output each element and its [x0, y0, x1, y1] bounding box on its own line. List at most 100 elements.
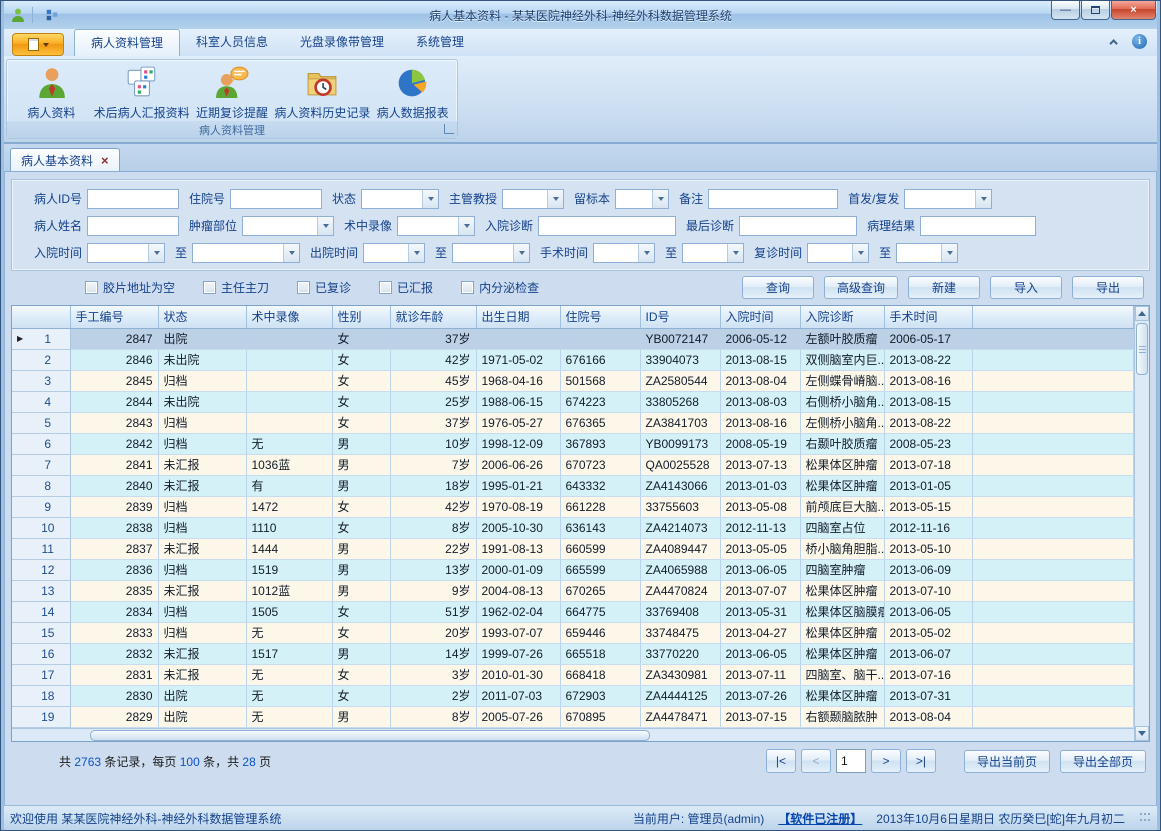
close-button[interactable]: × [1111, 1, 1156, 20]
revisit-to-select[interactable] [896, 243, 958, 263]
table-row-1[interactable]: ▶12847出院女37岁YB00721472006-05-12左额叶胶质瘤200… [12, 328, 1134, 349]
cell-id-no[interactable]: 33904073 [640, 349, 720, 370]
cell-manual-no[interactable]: 2839 [70, 496, 158, 517]
pathology-result-input[interactable] [920, 216, 1036, 236]
cell-gender[interactable]: 男 [332, 538, 390, 559]
cell-status[interactable]: 未汇报 [158, 538, 246, 559]
cell-birth-date[interactable]: 2005-07-26 [476, 706, 560, 727]
cell-birth-date[interactable]: 2006-06-26 [476, 454, 560, 475]
cell-surgery-video[interactable]: 无 [246, 706, 332, 727]
row-number-cell[interactable]: 16 [12, 643, 70, 664]
chevron-down-icon[interactable] [408, 244, 424, 262]
cell-admit-date[interactable]: 2013-05-08 [720, 496, 800, 517]
export-button[interactable]: 导出 [1072, 276, 1144, 299]
cell-id-no[interactable]: QA0025528 [640, 454, 720, 475]
cell-manual-no[interactable]: 2838 [70, 517, 158, 538]
cell-gender[interactable]: 女 [332, 349, 390, 370]
specimen-select[interactable] [615, 189, 669, 209]
chevron-down-icon[interactable] [148, 244, 164, 262]
collapse-ribbon-icon[interactable] [1108, 35, 1122, 49]
column-header-birth-date[interactable]: 出生日期 [476, 306, 560, 328]
admission-no-input[interactable] [230, 189, 322, 209]
cell-status[interactable]: 归档 [158, 370, 246, 391]
professor-select[interactable] [502, 189, 564, 209]
cell-id-no[interactable]: ZA4478471 [640, 706, 720, 727]
cell-visit-age[interactable]: 14岁 [390, 643, 476, 664]
cell-visit-age[interactable]: 20岁 [390, 622, 476, 643]
row-number-cell[interactable]: 2 [12, 349, 70, 370]
cell-visit-age[interactable]: 51岁 [390, 601, 476, 622]
cell-manual-no[interactable]: 2831 [70, 664, 158, 685]
cell-id-no[interactable]: ZA4444125 [640, 685, 720, 706]
cell-admit-date[interactable]: 2013-08-15 [720, 349, 800, 370]
cell-admit-date[interactable]: 2013-07-07 [720, 580, 800, 601]
cell-gender[interactable]: 男 [332, 580, 390, 601]
info-icon[interactable]: i [1132, 34, 1147, 49]
cell-surgery-date[interactable]: 2013-07-10 [884, 580, 972, 601]
cell-id-no[interactable]: ZA3841703 [640, 412, 720, 433]
table-row-9[interactable]: 92839归档1472女42岁1970-08-19661228337556032… [12, 496, 1134, 517]
cell-id-no[interactable]: 33770220 [640, 643, 720, 664]
status-select[interactable] [361, 189, 439, 209]
chevron-down-icon[interactable] [547, 190, 563, 208]
row-number-cell[interactable]: 7 [12, 454, 70, 475]
cell-admit-date[interactable]: 2013-01-03 [720, 475, 800, 496]
cell-admit-diagnosis[interactable]: 四脑室占位 [800, 517, 884, 538]
row-number-cell[interactable]: 12 [12, 559, 70, 580]
ribbon-tab-光盘录像带管理[interactable]: 光盘录像带管理 [284, 29, 400, 56]
column-header-visit-age[interactable]: 就诊年龄 [390, 306, 476, 328]
chevron-down-icon[interactable] [975, 190, 991, 208]
cell-birth-date[interactable]: 1971-05-02 [476, 349, 560, 370]
cell-birth-date[interactable]: 1988-06-15 [476, 391, 560, 412]
cell-admit-diagnosis[interactable]: 双侧脑室内巨... [800, 349, 884, 370]
cell-manual-no[interactable]: 2837 [70, 538, 158, 559]
cell-birth-date[interactable]: 1976-05-27 [476, 412, 560, 433]
cell-manual-no[interactable]: 2843 [70, 412, 158, 433]
cell-visit-age[interactable]: 25岁 [390, 391, 476, 412]
cell-gender[interactable]: 女 [332, 685, 390, 706]
admit-from-select[interactable] [87, 243, 165, 263]
cell-manual-no[interactable]: 2834 [70, 601, 158, 622]
row-number-cell[interactable]: 10 [12, 517, 70, 538]
ribbon-button-术后病人汇报资料[interactable]: 术后病人汇报资料 [94, 62, 190, 121]
cell-surgery-video[interactable]: 无 [246, 685, 332, 706]
table-row-3[interactable]: 32845归档女45岁1968-04-16501568ZA25805442013… [12, 370, 1134, 391]
cell-birth-date[interactable]: 1993-07-07 [476, 622, 560, 643]
query-button[interactable]: 查询 [742, 276, 814, 299]
cell-id-no[interactable]: 33755603 [640, 496, 720, 517]
chevron-down-icon[interactable] [852, 244, 868, 262]
cell-surgery-video[interactable]: 1012蓝 [246, 580, 332, 601]
cell-status[interactable]: 未汇报 [158, 580, 246, 601]
cell-id-no[interactable]: 33769408 [640, 601, 720, 622]
cell-birth-date[interactable]: 1970-08-19 [476, 496, 560, 517]
cell-surgery-date[interactable]: 2013-06-09 [884, 559, 972, 580]
cell-gender[interactable]: 女 [332, 370, 390, 391]
cell-status[interactable]: 出院 [158, 706, 246, 727]
patient-id-input[interactable] [87, 189, 179, 209]
row-number-cell[interactable]: 6 [12, 433, 70, 454]
cell-status[interactable]: 归档 [158, 433, 246, 454]
cell-manual-no[interactable]: 2832 [70, 643, 158, 664]
cell-admit-date[interactable]: 2013-07-15 [720, 706, 800, 727]
table-row-16[interactable]: 162832未汇报1517男14岁1999-07-266655183377022… [12, 643, 1134, 664]
cell-manual-no[interactable]: 2844 [70, 391, 158, 412]
table-row-8[interactable]: 82840未汇报有男18岁1995-01-21643332ZA414306620… [12, 475, 1134, 496]
cell-status[interactable]: 未出院 [158, 349, 246, 370]
cell-admit-diagnosis[interactable]: 松果体区肿瘤 [800, 580, 884, 601]
cell-surgery-date[interactable]: 2013-07-18 [884, 454, 972, 475]
table-row-11[interactable]: 112837未汇报1444男22岁1991-08-13660599ZA40894… [12, 538, 1134, 559]
checkbox-chief-surgeon[interactable]: 主任主刀 [203, 279, 269, 296]
chevron-down-icon[interactable] [283, 244, 299, 262]
cell-admission-no[interactable]: 664775 [560, 601, 640, 622]
cell-admission-no[interactable]: 676166 [560, 349, 640, 370]
cell-admit-diagnosis[interactable]: 四脑室肿瘤 [800, 559, 884, 580]
row-number-cell[interactable]: 15 [12, 622, 70, 643]
revisited-checkbox-box[interactable] [297, 281, 310, 294]
cell-admit-diagnosis[interactable]: 左侧桥小脑角... [800, 412, 884, 433]
row-number-cell[interactable]: 4 [12, 391, 70, 412]
scroll-down-icon[interactable] [1135, 726, 1149, 741]
cell-surgery-video[interactable] [246, 412, 332, 433]
checkbox-revisited[interactable]: 已复诊 [297, 279, 351, 296]
cell-surgery-video[interactable]: 1036蓝 [246, 454, 332, 475]
cell-visit-age[interactable]: 3岁 [390, 664, 476, 685]
